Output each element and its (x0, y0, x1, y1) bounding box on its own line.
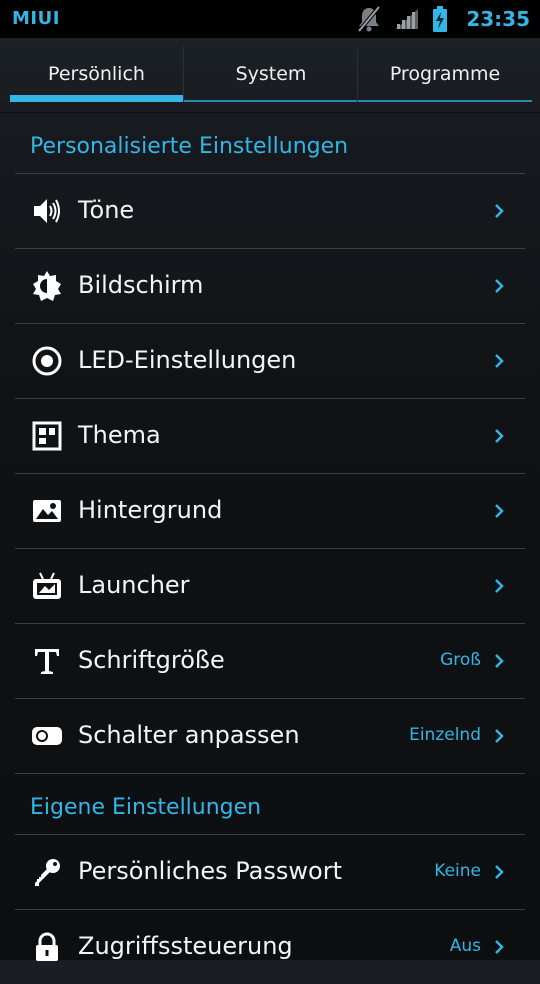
chevron-right-icon (493, 501, 505, 521)
mute-icon (356, 5, 382, 33)
tab-bar: Persönlich System Programme (0, 38, 540, 113)
settings-item-led[interactable]: LED-Einstellungen (15, 323, 525, 398)
lock-icon (31, 931, 63, 963)
status-icons: 23:35 (356, 0, 530, 38)
settings-item-label: Launcher (78, 571, 190, 599)
settings-item-label: LED-Einstellungen (78, 346, 297, 374)
chevron-right-icon (493, 576, 505, 596)
section-header-personalized: Personalisierte Einstellungen (30, 134, 349, 159)
toggle-icon (31, 720, 63, 752)
carrier-label: MIUI (12, 8, 60, 29)
section-divider (15, 773, 525, 774)
tab-label: Programme (389, 63, 501, 85)
settings-item-label: Hintergrund (78, 496, 223, 524)
font-icon (31, 645, 63, 677)
chevron-right-icon (493, 351, 505, 371)
settings-item-launcher[interactable]: Launcher (15, 548, 525, 623)
speaker-icon (31, 195, 63, 227)
chevron-right-icon (493, 726, 505, 746)
settings-item-value: Aus (449, 936, 481, 956)
settings-item-label: Thema (78, 421, 161, 449)
settings-item-theme[interactable]: Thema (15, 398, 525, 473)
wallpaper-icon (31, 495, 63, 527)
settings-item-label: Schriftgröße (78, 646, 225, 674)
tab-indicator (358, 100, 532, 102)
led-icon (31, 345, 63, 377)
settings-item-value: Keine (434, 861, 481, 881)
tab-label: Persönlich (48, 63, 145, 85)
chevron-right-icon (493, 276, 505, 296)
section-header-own: Eigene Einstellungen (30, 795, 262, 820)
settings-item-sounds[interactable]: Töne (15, 173, 525, 248)
tab-personal[interactable]: Persönlich (10, 46, 183, 102)
tab-indicator (184, 100, 358, 102)
chevron-right-icon (493, 937, 505, 957)
settings-item-value: Groß (440, 650, 481, 670)
status-bar: MIUI 23:35 (0, 0, 540, 38)
chevron-right-icon (493, 651, 505, 671)
settings-item-label: Töne (78, 196, 135, 224)
settings-item-password[interactable]: Persönliches Passwort Keine (15, 834, 525, 909)
settings-item-label: Bildschirm (78, 271, 204, 299)
settings-item-label: Zugriffssteuerung (78, 932, 293, 960)
tab-indicator (10, 95, 183, 102)
clock: 23:35 (466, 7, 530, 31)
key-icon (31, 856, 63, 888)
settings-item-wallpaper[interactable]: Hintergrund (15, 473, 525, 548)
signal-icon (394, 7, 420, 31)
brightness-icon (31, 270, 63, 302)
tab-label: System (235, 63, 307, 85)
chevron-right-icon (493, 426, 505, 446)
tab-system[interactable]: System (183, 46, 358, 102)
settings-item-access-control[interactable]: Zugriffssteuerung Aus (15, 909, 525, 984)
launcher-icon (31, 570, 63, 602)
settings-item-label: Schalter anpassen (78, 721, 300, 749)
tab-apps[interactable]: Programme (357, 46, 532, 102)
theme-icon (31, 420, 63, 452)
settings-item-toggles[interactable]: Schalter anpassen Einzelnd (15, 698, 525, 773)
settings-item-font-size[interactable]: Schriftgröße Groß (15, 623, 525, 698)
chevron-right-icon (493, 201, 505, 221)
chevron-right-icon (493, 862, 505, 882)
settings-item-label: Persönliches Passwort (78, 857, 342, 885)
settings-item-value: Einzelnd (409, 725, 481, 745)
settings-item-display[interactable]: Bildschirm (15, 248, 525, 323)
battery-charging-icon (432, 6, 448, 32)
